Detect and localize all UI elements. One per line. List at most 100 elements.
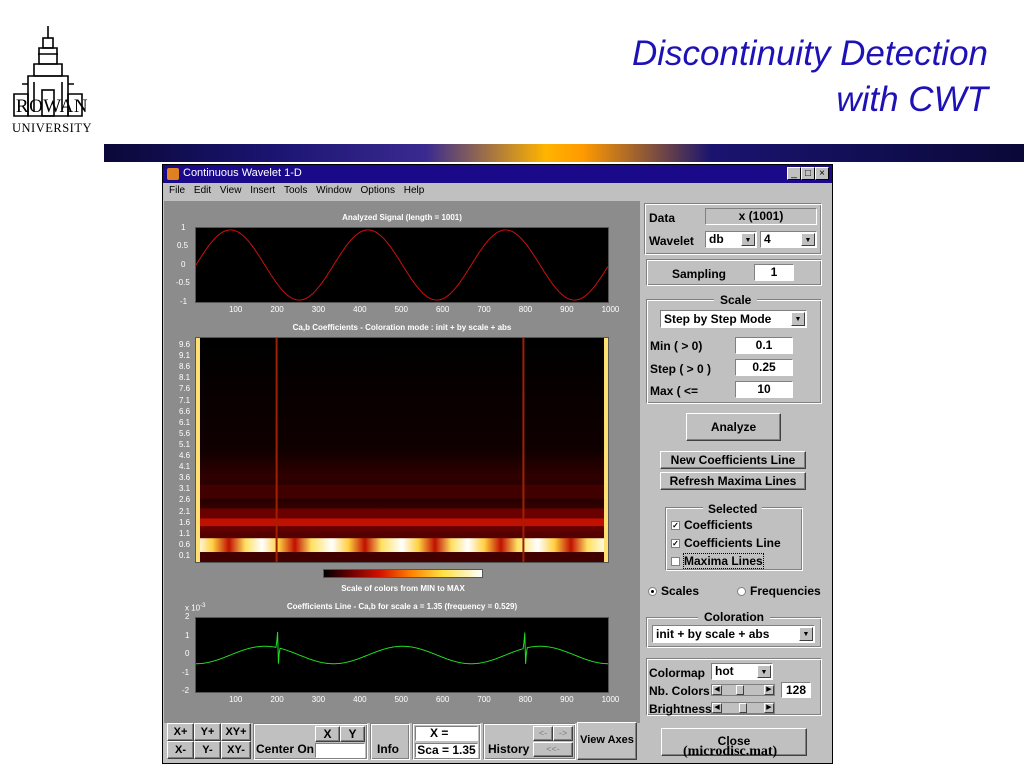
scale-step-input[interactable]: 0.25 (735, 359, 793, 376)
center-on-label: Center On (256, 742, 315, 756)
maxima-lines-checkbox[interactable]: Maxima Lines (671, 553, 764, 569)
logo-text-rowan: ROWAN (15, 96, 89, 117)
sampling-input[interactable]: 1 (754, 264, 794, 281)
maximize-button[interactable]: □ (801, 167, 815, 180)
minimize-button[interactable]: _ (787, 167, 801, 180)
scale-max-label: Max ( <= (650, 384, 699, 398)
menu-tools[interactable]: Tools (284, 185, 307, 196)
history-first-button[interactable]: <<- (533, 742, 573, 757)
zoom-xy-minus-button[interactable]: XY- (221, 741, 251, 759)
coeffs-ytick: 1.1 (179, 528, 191, 538)
menu-help[interactable]: Help (404, 185, 425, 196)
colormap-select[interactable]: hot ▼ (711, 663, 773, 680)
history-next-button[interactable]: -> (553, 726, 573, 741)
slider-thumb[interactable] (739, 703, 747, 713)
coeffs-ytick: 8.6 (179, 362, 191, 372)
coeffs-ytick: 5.1 (179, 439, 191, 449)
slide-title-line2: with CWT (836, 80, 988, 119)
wavelet-order-select[interactable]: 4 ▼ (760, 231, 817, 248)
wavelet-family-select[interactable]: db ▼ (705, 231, 757, 248)
nb-colors-input[interactable]: 128 (781, 682, 811, 698)
line-xtick: 900 (560, 695, 574, 704)
scale-max-input[interactable]: 10 (735, 381, 793, 398)
coefficients-line-plot[interactable] (195, 617, 609, 693)
coeffs-ytick: 2.6 (179, 495, 191, 505)
slide-title-line1: Discontinuity Detection (632, 34, 988, 73)
close-window-button[interactable]: × (815, 167, 829, 180)
new-coefficients-line-button[interactable]: New Coefficients Line (660, 451, 806, 469)
view-axes-button[interactable]: View Axes (577, 722, 637, 760)
scale-min-input[interactable]: 0.1 (735, 337, 793, 354)
center-on-input[interactable] (315, 743, 365, 758)
radio-unselected-icon (737, 587, 746, 597)
menu-window[interactable]: Window (316, 185, 352, 196)
zoom-xy-plus-button[interactable]: XY+ (221, 723, 251, 741)
matlab-app-icon (167, 168, 179, 180)
radio-selected-icon (648, 587, 657, 597)
menu-insert[interactable]: Insert (250, 185, 275, 196)
dropdown-arrow-icon: ▼ (741, 233, 755, 246)
zoom-y-minus-button[interactable]: Y- (194, 741, 221, 759)
coeffs-ytick: 4.6 (179, 451, 191, 460)
history-label: History (488, 742, 530, 756)
data-label: Data (649, 211, 676, 225)
line-xtick: 1000 (601, 695, 620, 704)
signal-ytick: -1 (180, 297, 188, 306)
zoom-x-minus-button[interactable]: X- (167, 741, 194, 759)
window-titlebar[interactable]: Continuous Wavelet 1-D _ □ × (163, 165, 832, 183)
slider-thumb[interactable] (736, 685, 744, 695)
coeffs-ytick: 5.6 (179, 428, 191, 438)
coeffs-ytick: 6.1 (179, 417, 191, 427)
center-y-button[interactable]: Y (340, 726, 365, 742)
coef-line-series (196, 631, 608, 665)
brightness-slider[interactable]: ◀ ▶ (711, 702, 775, 714)
frequencies-radio[interactable]: Frequencies (737, 584, 832, 598)
cwt-window: Continuous Wavelet 1-D _ □ × File Edit V… (162, 164, 833, 764)
signal-xtick: 800 (518, 305, 533, 314)
signal-xtick: 100 (228, 305, 243, 314)
coeffs-plot-title: Ca,b Coefficients - Coloration mode : in… (292, 323, 512, 332)
arrow-right-icon[interactable]: ▶ (764, 685, 774, 695)
dropdown-arrow-icon: ▼ (791, 312, 805, 326)
line-ytick: -1 (182, 668, 190, 677)
zoom-x-plus-button[interactable]: X+ (167, 723, 194, 741)
signal-xtick: 700 (477, 305, 491, 314)
center-x-button[interactable]: X (315, 726, 340, 742)
coloration-select[interactable]: init + by scale + abs ▼ (652, 625, 815, 643)
coefficients-image[interactable] (195, 337, 609, 563)
selected-title: Selected (703, 502, 763, 516)
coeffs-ytick: 6.6 (179, 406, 191, 416)
decorative-band (104, 144, 1024, 162)
line-xtick: 700 (477, 695, 491, 704)
coefficients-checkbox[interactable]: ✓ Coefficients (671, 518, 753, 532)
scale-mode-select[interactable]: Step by Step Mode ▼ (660, 310, 807, 328)
slide: ROWAN UNIVERSITY Discontinuity Detection… (0, 0, 1024, 768)
scales-radio[interactable]: Scales (648, 584, 699, 598)
line-ytick: 1 (185, 631, 190, 640)
zoom-y-plus-button[interactable]: Y+ (194, 723, 221, 741)
nb-colors-slider[interactable]: ◀ ▶ (711, 684, 775, 696)
coefficients-line-checkbox[interactable]: ✓ Coefficients Line (671, 536, 781, 550)
menu-bar: File Edit View Insert Tools Window Optio… (163, 183, 832, 199)
refresh-maxima-lines-button[interactable]: Refresh Maxima Lines (660, 472, 806, 490)
coeffs-ytick: 0.1 (179, 550, 191, 560)
arrow-left-icon[interactable]: ◀ (712, 703, 722, 713)
analyze-button[interactable]: Analyze (686, 413, 781, 441)
menu-edit[interactable]: Edit (194, 185, 211, 196)
signal-ytick: 0.5 (177, 241, 189, 250)
colorbar-label: Scale of colors from MIN to MAX (341, 584, 465, 593)
menu-file[interactable]: File (169, 185, 185, 196)
arrow-right-icon[interactable]: ▶ (764, 703, 774, 713)
coeffs-ytick: 3.1 (179, 484, 191, 494)
signal-xtick: 600 (435, 305, 450, 314)
history-prev-button[interactable]: <- (533, 726, 553, 741)
coeffs-ytick: 2.1 (179, 506, 191, 516)
signal-plot[interactable] (195, 227, 609, 303)
line-xtick: 600 (435, 695, 450, 704)
arrow-left-icon[interactable]: ◀ (712, 685, 722, 695)
logo-text-university: UNIVERSITY (12, 121, 92, 135)
scale-step-label: Step ( > 0 ) (650, 362, 712, 376)
menu-options[interactable]: Options (361, 185, 395, 196)
menu-view[interactable]: View (220, 185, 242, 196)
line-xtick: 300 (311, 695, 326, 704)
